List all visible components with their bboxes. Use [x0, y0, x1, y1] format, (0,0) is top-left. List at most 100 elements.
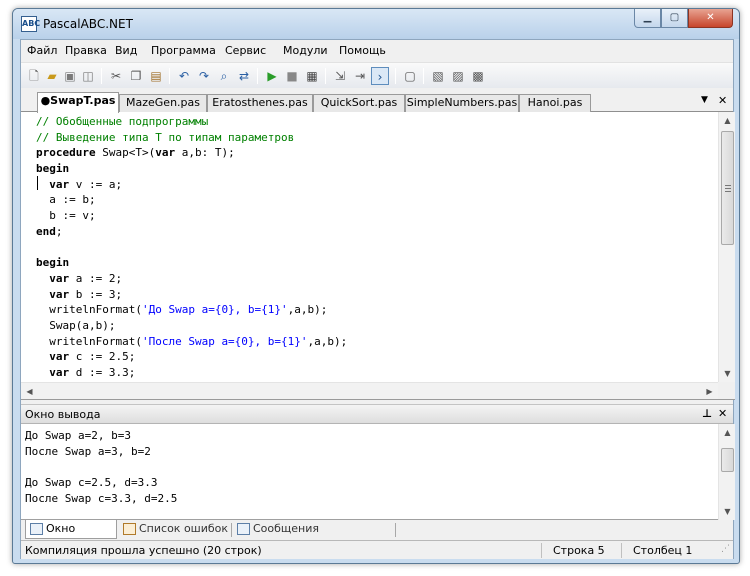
output-panel-title: Окно вывода: [25, 408, 101, 421]
code-token: 'После Swap a={0}, b={1}': [141, 334, 308, 348]
run-icon[interactable]: ▶: [263, 67, 281, 85]
menu-program[interactable]: Программа: [151, 44, 216, 57]
tab-list-dropdown-icon[interactable]: ▼: [701, 95, 708, 105]
tab-quicksort[interactable]: QuickSort.pas: [313, 94, 405, 112]
code-line[interactable]: var d := 3.3;: [36, 365, 716, 381]
paste-icon[interactable]: ▤: [147, 67, 165, 85]
tab-eratosthenes[interactable]: Eratosthenes.pas: [207, 94, 313, 112]
code-line[interactable]: [36, 240, 716, 256]
redo-icon[interactable]: ↷: [195, 67, 213, 85]
form-designer-icon[interactable]: ▨: [449, 67, 467, 85]
save-all-icon[interactable]: ◫: [79, 67, 97, 85]
code-line[interactable]: var v := a;: [36, 177, 716, 193]
tab-mazegen[interactable]: MazeGen.pas: [119, 94, 207, 112]
save-icon[interactable]: ▣: [61, 67, 79, 85]
main-client-area: Файл Правка Вид Программа Сервис Модули …: [20, 39, 735, 559]
menu-view[interactable]: Вид: [115, 44, 137, 57]
stop-icon[interactable]: ■: [283, 67, 301, 85]
code-line[interactable]: b := v;: [36, 208, 716, 224]
title-bar[interactable]: ABC PascalABC.NET ▁ ▢ ✕: [13, 9, 739, 39]
code-line[interactable]: // Выведение типа T по типам параметров: [36, 130, 716, 146]
compile-icon[interactable]: ▦: [303, 67, 321, 85]
code-line[interactable]: var b := 3;: [36, 287, 716, 303]
editor-scroll-thumb[interactable]: [721, 131, 734, 245]
code-line[interactable]: Swap(a,b);: [36, 318, 716, 334]
pin-icon[interactable]: ⊥: [702, 407, 712, 420]
output-window[interactable]: До Swap a=2, b=3 После Swap a=3, b=2 До …: [21, 424, 735, 520]
bottom-panel-tabs: Окно вывода Список ошибок Сообщения комп…: [21, 520, 733, 553]
menu-modules[interactable]: Модули: [283, 44, 328, 57]
code-token: var: [49, 271, 70, 285]
module-icon[interactable]: ▩: [469, 67, 487, 85]
menu-edit[interactable]: Правка: [65, 44, 107, 57]
scroll-right-icon[interactable]: ▶: [701, 383, 718, 400]
tab-error-list[interactable]: Список ошибок: [119, 520, 229, 539]
editor-horizontal-scrollbar[interactable]: ◀ ▶: [21, 382, 718, 399]
status-column: Столбец 1: [633, 544, 693, 557]
undo-icon[interactable]: ↶: [175, 67, 193, 85]
output-vertical-scrollbar[interactable]: ▲ ▼: [718, 424, 735, 520]
output-line: После Swap c=3.3, d=2.5: [25, 491, 178, 505]
editor-vertical-scrollbar[interactable]: ▲ ▼: [718, 112, 735, 382]
maximize-button[interactable]: ▢: [661, 9, 688, 28]
copy-icon[interactable]: ❐: [127, 67, 145, 85]
step-over-icon[interactable]: ⇥: [351, 67, 369, 85]
replace-icon[interactable]: ⇄: [235, 67, 253, 85]
open-file-icon[interactable]: ▰: [43, 67, 61, 85]
code-line[interactable]: // Обобщенные подпрограммы: [36, 114, 716, 130]
code-line[interactable]: writelnFormat('После Swap a={0}, b={1}',…: [36, 334, 716, 350]
code-line[interactable]: var c := 2.5;: [36, 349, 716, 365]
scroll-down-icon[interactable]: ▼: [719, 365, 736, 382]
close-tab-icon[interactable]: ✕: [718, 94, 727, 107]
menu-help[interactable]: Помощь: [339, 44, 386, 57]
status-line: Строка 5: [553, 544, 605, 557]
minimize-button[interactable]: ▁: [634, 9, 661, 28]
format-icon[interactable]: ▧: [429, 67, 447, 85]
output-scroll-down-icon[interactable]: ▼: [719, 503, 736, 520]
code-token: procedure: [36, 146, 96, 160]
code-line[interactable]: end;: [36, 224, 716, 240]
tab-hanoi[interactable]: Hanoi.pas: [519, 94, 591, 112]
new-file-icon[interactable]: 🗋: [25, 67, 43, 85]
code-line[interactable]: procedure Swap<T>(var a,b: T);: [36, 145, 716, 161]
code-text[interactable]: // Обобщенные подпрограммы // Выведение т…: [36, 114, 716, 382]
compiler-messages-icon: [237, 523, 250, 535]
close-output-icon[interactable]: ✕: [718, 407, 727, 420]
code-line[interactable]: writelnFormat('До Swap a={0}, b={1}',a,b…: [36, 302, 716, 318]
status-bar: Компиляция прошла успешно (20 строк) Стр…: [21, 540, 733, 559]
tab-simplenumbers[interactable]: SimpleNumbers.pas: [405, 94, 519, 112]
code-line[interactable]: begin: [36, 255, 716, 271]
output-scroll-thumb[interactable]: [721, 448, 734, 472]
tab-swapt[interactable]: ●SwapT.pas: [37, 92, 119, 113]
menu-service[interactable]: Сервис: [225, 44, 266, 57]
code-editor[interactable]: // Обобщенные подпрограммы // Выведение т…: [21, 112, 735, 400]
close-button[interactable]: ✕: [688, 9, 733, 28]
cut-icon[interactable]: ✂: [107, 67, 125, 85]
menu-file[interactable]: Файл: [27, 44, 57, 57]
code-line[interactable]: begin: [36, 161, 716, 177]
scroll-left-icon[interactable]: ◀: [21, 383, 38, 400]
text-caret: [37, 176, 38, 190]
output-panel-header: Окно вывода ⊥ ✕: [21, 404, 733, 424]
pascalabc-app-icon: ABC: [21, 16, 40, 32]
tab-compiler-messages[interactable]: Сообщения компилятора: [233, 520, 393, 553]
code-line[interactable]: a := b;: [36, 192, 716, 208]
resize-grip-icon[interactable]: ⋰: [721, 544, 730, 554]
tab-output-window[interactable]: Окно вывода: [25, 520, 117, 553]
code-token: var: [49, 350, 70, 364]
debug-icon[interactable]: ▢: [401, 67, 419, 85]
code-token: var: [155, 146, 176, 160]
code-token: c := 2.5;: [69, 350, 136, 364]
code-token: begin: [36, 256, 70, 270]
code-token: begin: [36, 162, 70, 176]
output-text: До Swap a=2, b=3 После Swap a=3, b=2 До …: [25, 428, 177, 506]
output-scroll-up-icon[interactable]: ▲: [719, 424, 736, 441]
app-window: ABC PascalABC.NET ▁ ▢ ✕ Файл Правка Вид …: [12, 8, 740, 564]
scroll-up-icon[interactable]: ▲: [719, 112, 736, 129]
code-token: a := b;: [36, 193, 96, 207]
run-to-cursor-icon[interactable]: ›: [371, 67, 389, 85]
find-icon[interactable]: ⌕: [215, 67, 233, 85]
step-into-icon[interactable]: ⇲: [331, 67, 349, 85]
code-line[interactable]: var a := 2;: [36, 271, 716, 287]
